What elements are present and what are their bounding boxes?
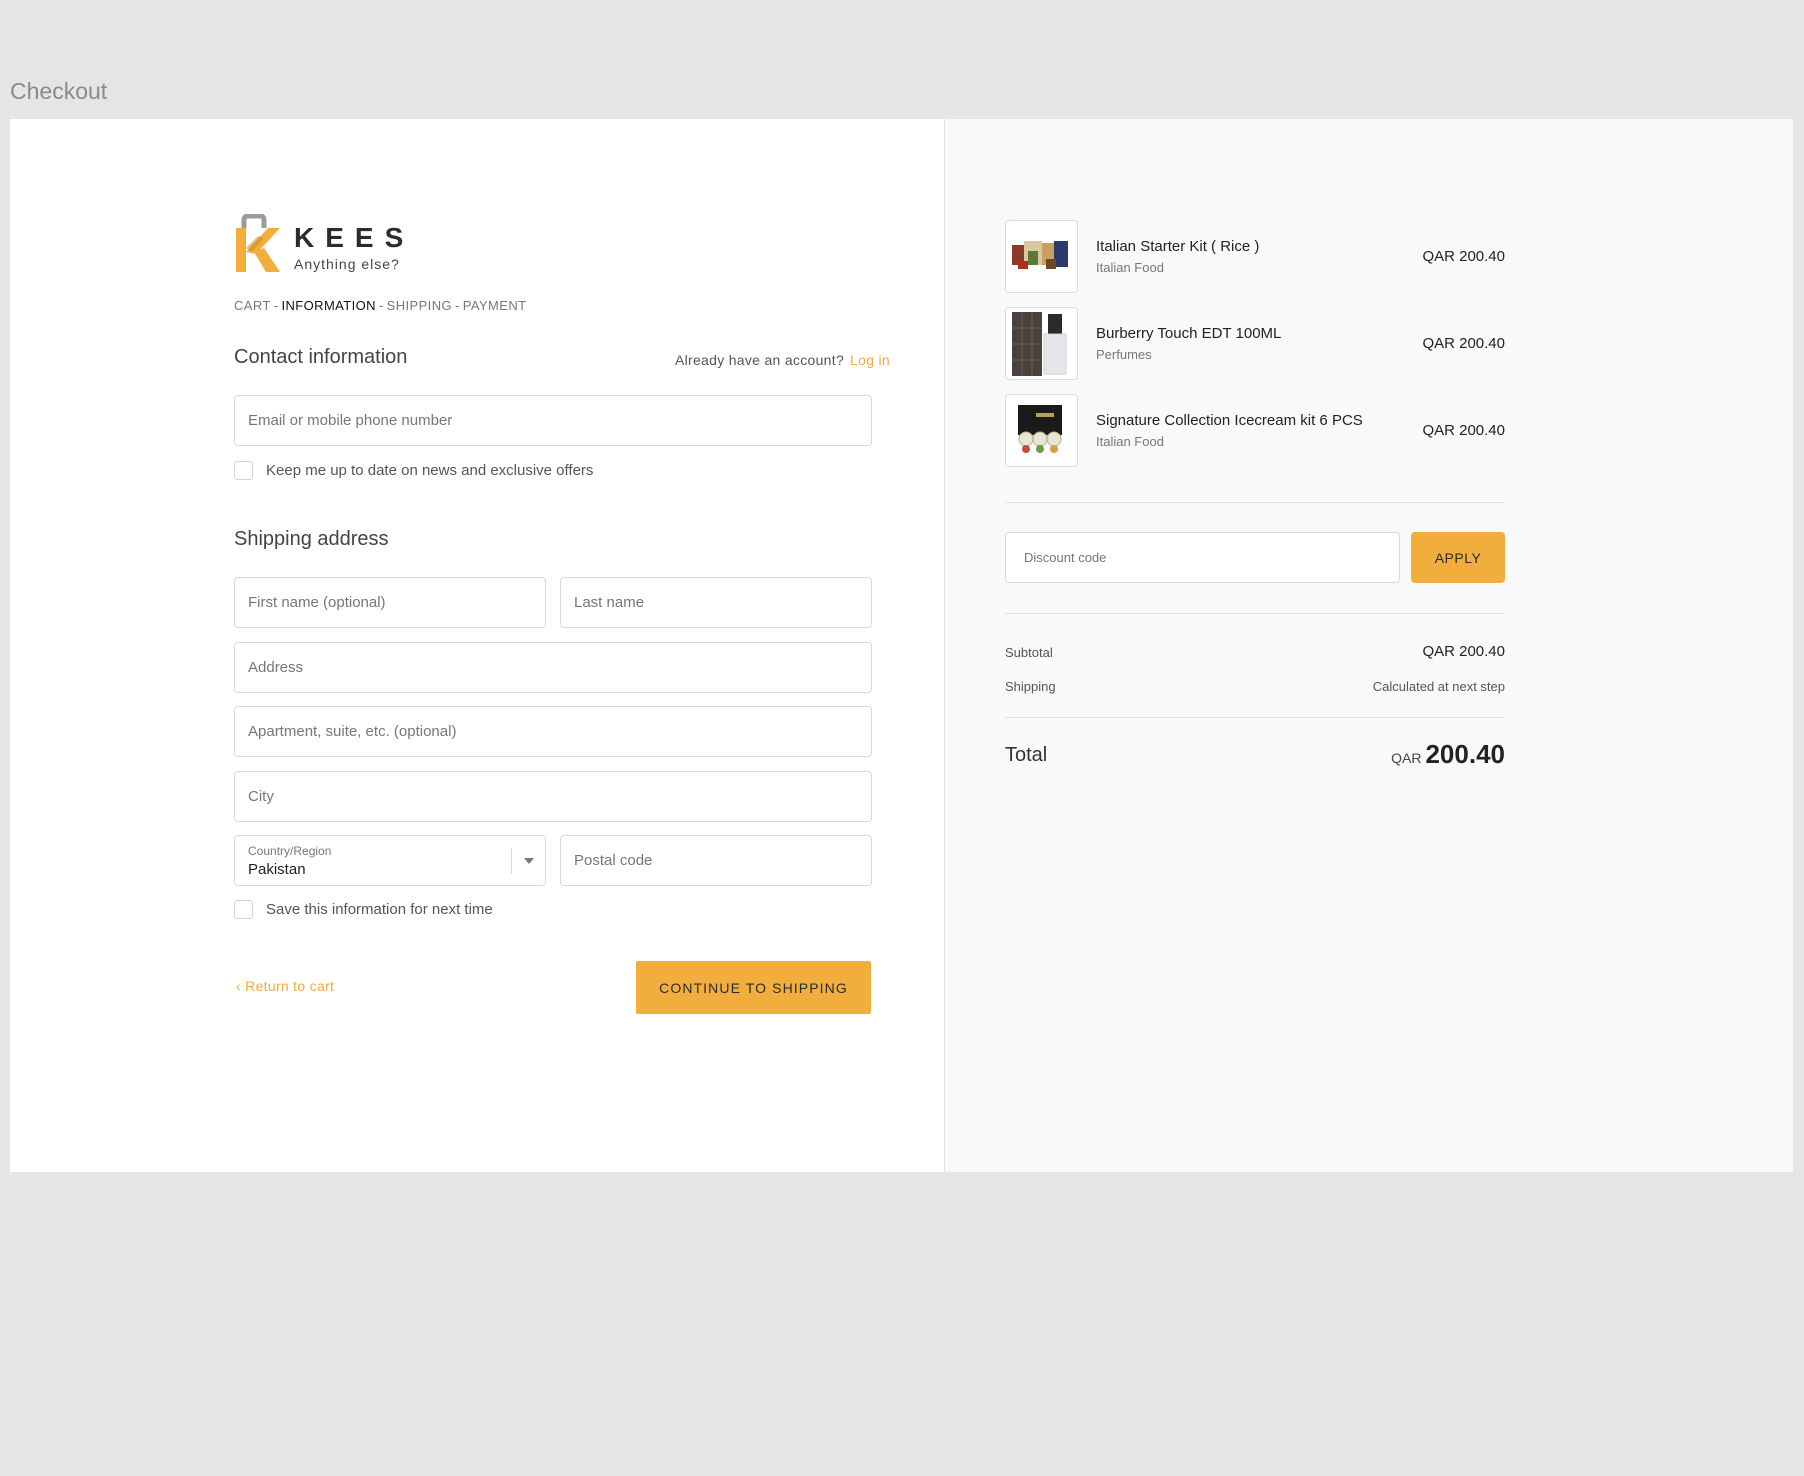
item-name: Signature Collection Icecream kit 6 PCS bbox=[1096, 412, 1363, 429]
breadcrumb-cart[interactable]: CART bbox=[234, 298, 271, 313]
subtotal-row: Subtotal QAR 200.40 bbox=[1005, 643, 1505, 663]
breadcrumb-separator: - bbox=[455, 298, 460, 313]
save-info-label: Save this information for next time bbox=[266, 901, 493, 918]
product-thumbnail bbox=[1005, 394, 1078, 467]
page-title: Checkout bbox=[10, 78, 108, 104]
total-row: Total QAR 200.40 bbox=[1005, 739, 1505, 779]
shipping-row: Shipping Calculated at next step bbox=[1005, 677, 1505, 697]
select-divider bbox=[511, 848, 512, 874]
account-prompt: Already have an account? Log in bbox=[675, 352, 890, 368]
product-thumbnail bbox=[1005, 220, 1078, 293]
shipping-value: Calculated at next step bbox=[1372, 679, 1505, 694]
divider bbox=[1005, 717, 1505, 718]
breadcrumb-separator: - bbox=[378, 298, 384, 313]
email-input[interactable] bbox=[235, 396, 871, 445]
order-item: Signature Collection Icecream kit 6 PCS … bbox=[1005, 394, 1505, 467]
continue-to-shipping-button[interactable]: CONTINUE TO SHIPPING bbox=[636, 961, 871, 1014]
breadcrumb-separator: - bbox=[273, 298, 279, 313]
apply-discount-button[interactable]: APPLY bbox=[1411, 532, 1505, 583]
return-to-cart-label: Return to cart bbox=[245, 978, 335, 994]
breadcrumb-shipping: SHIPPING bbox=[386, 298, 452, 313]
newsletter-checkbox[interactable] bbox=[234, 461, 253, 480]
breadcrumb-payment: PAYMENT bbox=[462, 298, 527, 313]
discount-code-input[interactable] bbox=[1006, 533, 1399, 582]
checkout-frame: KEES Anything else? CART - INFORMATION - SHI… bbox=[10, 119, 1793, 1172]
discount-code-field[interactable] bbox=[1005, 532, 1400, 583]
postal-code-field[interactable] bbox=[560, 835, 872, 886]
last-name-input[interactable] bbox=[561, 578, 871, 627]
breadcrumb: CART - INFORMATION - SHIPPING - PAYMENT bbox=[234, 298, 526, 313]
total-value: 200.40 bbox=[1425, 739, 1505, 769]
item-category: Italian Food bbox=[1096, 434, 1164, 449]
total-label: Total bbox=[1005, 744, 1048, 766]
product-image-icon bbox=[1012, 241, 1068, 269]
item-category: Italian Food bbox=[1096, 260, 1164, 275]
item-category: Perfumes bbox=[1096, 347, 1152, 362]
account-prompt-text: Already have an account? bbox=[674, 352, 845, 368]
first-name-input[interactable] bbox=[235, 578, 545, 627]
return-to-cart-link[interactable]: ‹ Return to cart bbox=[236, 978, 334, 994]
order-item: Italian Starter Kit ( Rice ) Italian Foo… bbox=[1005, 220, 1505, 293]
save-info-checkbox[interactable] bbox=[234, 900, 253, 919]
country-value: Pakistan bbox=[248, 861, 306, 878]
brand-logo[interactable]: KEES Anything else? bbox=[234, 214, 414, 276]
newsletter-option[interactable]: Keep me up to date on news and exclusive… bbox=[234, 461, 593, 480]
divider bbox=[1005, 502, 1505, 503]
product-thumbnail bbox=[1005, 307, 1078, 380]
login-link[interactable]: Log in bbox=[850, 352, 890, 368]
product-image-icon bbox=[1018, 405, 1062, 453]
shipping-label: Shipping bbox=[1005, 679, 1056, 694]
contact-information-heading: Contact information bbox=[234, 346, 408, 368]
first-name-field[interactable] bbox=[234, 577, 546, 628]
address-field[interactable] bbox=[234, 642, 872, 693]
postal-code-input[interactable] bbox=[561, 836, 871, 885]
shipping-address-heading: Shipping address bbox=[234, 528, 389, 550]
product-image-icon bbox=[1012, 312, 1067, 376]
subtotal-label: Subtotal bbox=[1005, 645, 1053, 660]
chevron-down-icon[interactable] bbox=[524, 858, 534, 864]
checkout-form-panel: KEES Anything else? CART - INFORMATION - SHI… bbox=[10, 119, 944, 1172]
kees-logo-mark-icon bbox=[236, 214, 280, 272]
item-price: QAR 200.40 bbox=[1422, 335, 1505, 352]
order-summary-panel: Italian Starter Kit ( Rice ) Italian Foo… bbox=[944, 119, 1793, 1172]
total-currency: QAR bbox=[1391, 750, 1422, 766]
brand-tagline: Anything else? bbox=[294, 256, 400, 272]
item-name: Burberry Touch EDT 100ML bbox=[1096, 325, 1282, 342]
address-input[interactable] bbox=[235, 643, 871, 692]
breadcrumb-information: INFORMATION bbox=[281, 298, 376, 313]
brand-name: KEES bbox=[294, 222, 415, 253]
save-info-option[interactable]: Save this information for next time bbox=[234, 900, 493, 919]
subtotal-value: QAR 200.40 bbox=[1422, 643, 1505, 660]
item-name: Italian Starter Kit ( Rice ) bbox=[1096, 238, 1260, 255]
item-price: QAR 200.40 bbox=[1422, 422, 1505, 439]
city-field[interactable] bbox=[234, 771, 872, 822]
email-field[interactable] bbox=[234, 395, 872, 446]
city-input[interactable] bbox=[235, 772, 871, 821]
chevron-left-icon: ‹ bbox=[236, 978, 241, 994]
divider bbox=[1005, 613, 1505, 614]
last-name-field[interactable] bbox=[560, 577, 872, 628]
total-amount: QAR 200.40 bbox=[1391, 739, 1505, 770]
order-item: Burberry Touch EDT 100ML Perfumes QAR 20… bbox=[1005, 307, 1505, 380]
apartment-input[interactable] bbox=[235, 707, 871, 756]
apartment-field[interactable] bbox=[234, 706, 872, 757]
country-label: Country/Region bbox=[248, 844, 332, 858]
item-price: QAR 200.40 bbox=[1422, 248, 1505, 265]
country-select[interactable]: Country/Region Pakistan bbox=[234, 835, 546, 886]
newsletter-label: Keep me up to date on news and exclusive… bbox=[266, 462, 594, 479]
